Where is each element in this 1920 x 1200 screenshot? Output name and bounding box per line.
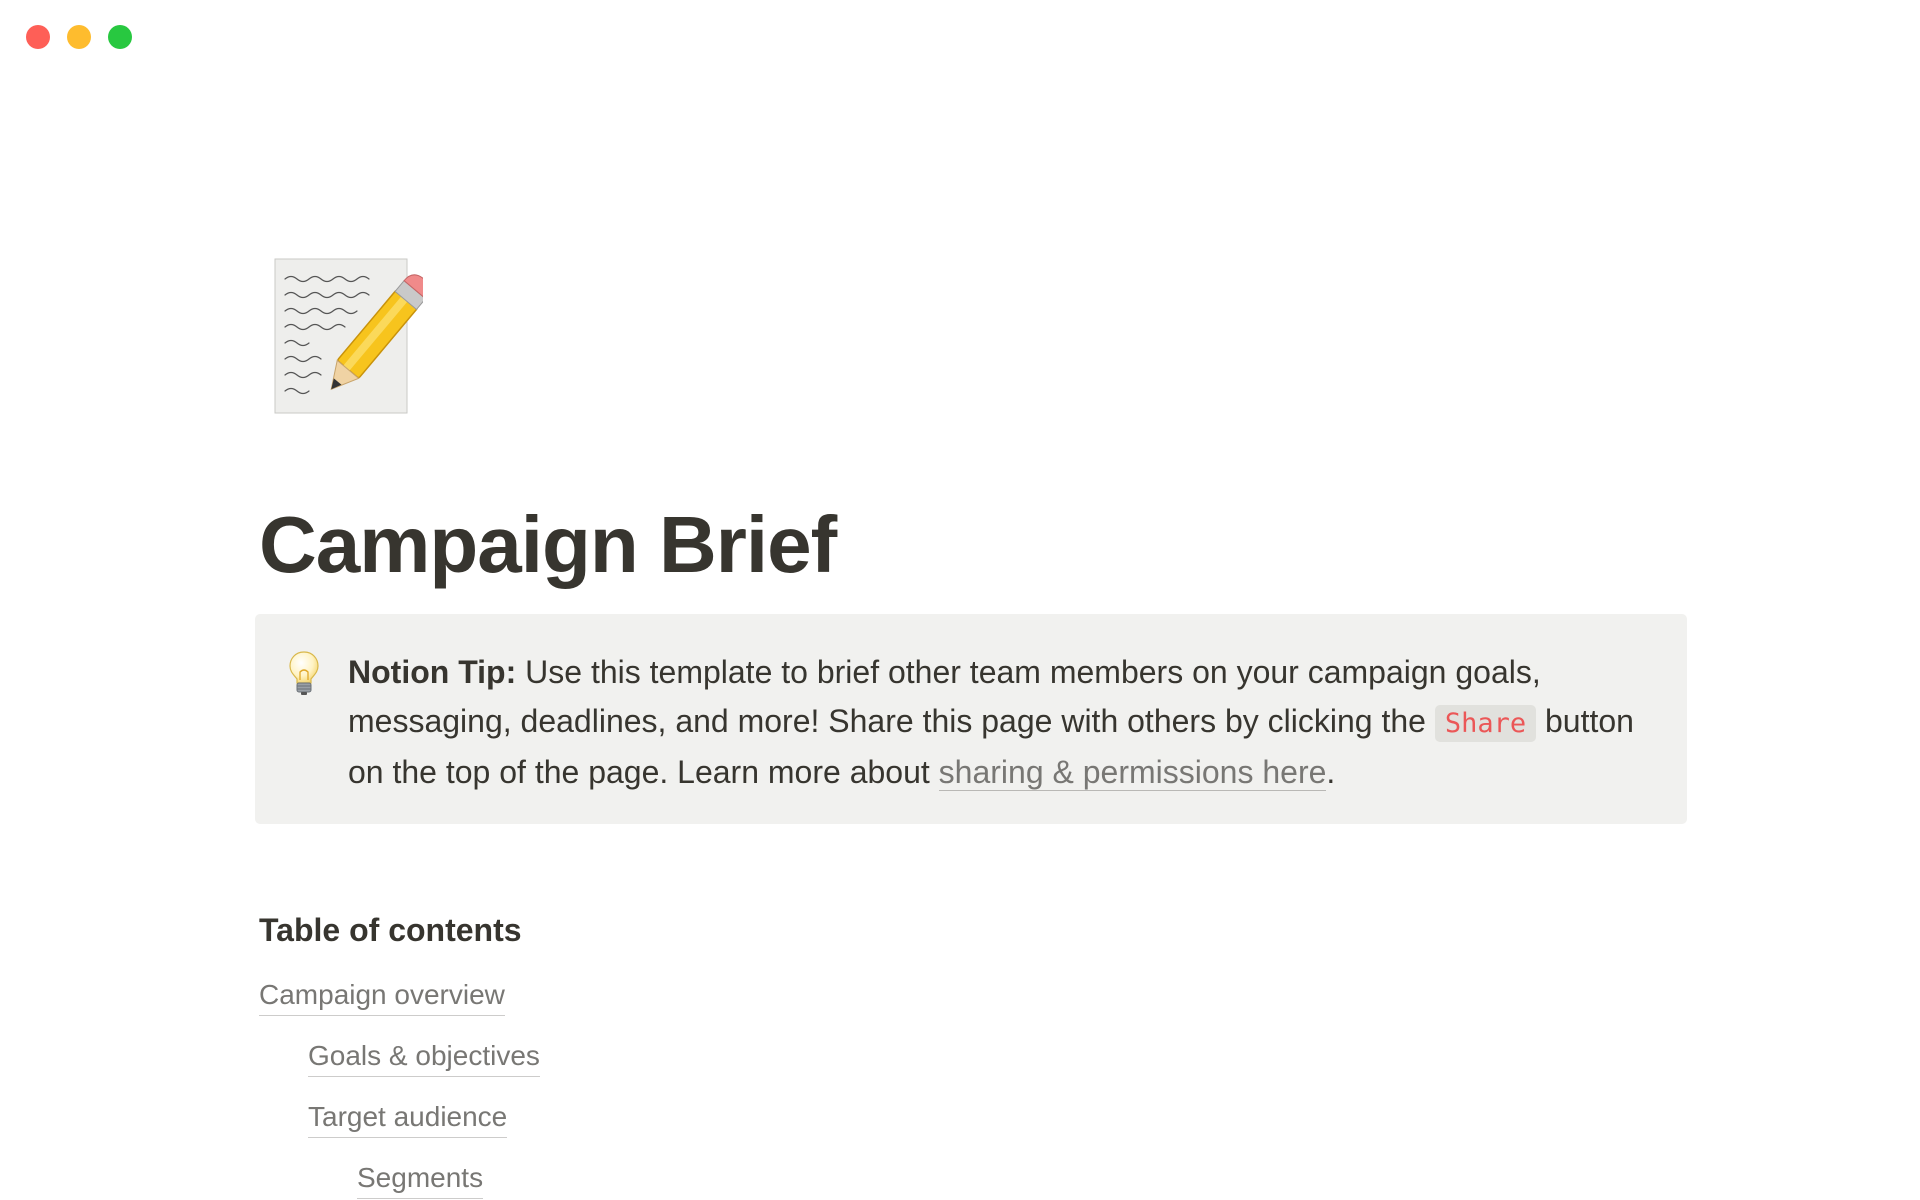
- toc-item-target-audience[interactable]: Target audience: [308, 1097, 508, 1138]
- callout-text-part-1: Use this template to brief other team me…: [348, 654, 1541, 739]
- toc-heading: Table of contents: [259, 912, 522, 948]
- zoom-window-button[interactable]: [108, 25, 132, 49]
- app-window: Campaign Brief Notion Tip: Use this temp…: [0, 0, 1920, 1200]
- callout-text-part-3: .: [1326, 754, 1336, 790]
- window-controls: [26, 25, 132, 49]
- sharing-permissions-link[interactable]: sharing & permissions here: [938, 754, 1327, 791]
- light-bulb-icon: [288, 650, 320, 696]
- memo-pencil-icon[interactable]: [273, 257, 423, 417]
- minimize-window-button[interactable]: [67, 25, 91, 49]
- share-inline-code: Share: [1434, 705, 1537, 742]
- toc-item-campaign-overview[interactable]: Campaign overview: [259, 975, 505, 1016]
- close-window-button[interactable]: [26, 25, 50, 49]
- notion-tip-callout: Notion Tip: Use this template to brief o…: [255, 614, 1687, 824]
- callout-label: Notion Tip:: [348, 654, 517, 690]
- callout-text: Notion Tip: Use this template to brief o…: [348, 648, 1648, 797]
- page-title[interactable]: Campaign Brief: [259, 495, 837, 595]
- toc-item-segments[interactable]: Segments: [357, 1158, 484, 1199]
- toc-item-goals-objectives[interactable]: Goals & objectives: [308, 1036, 540, 1077]
